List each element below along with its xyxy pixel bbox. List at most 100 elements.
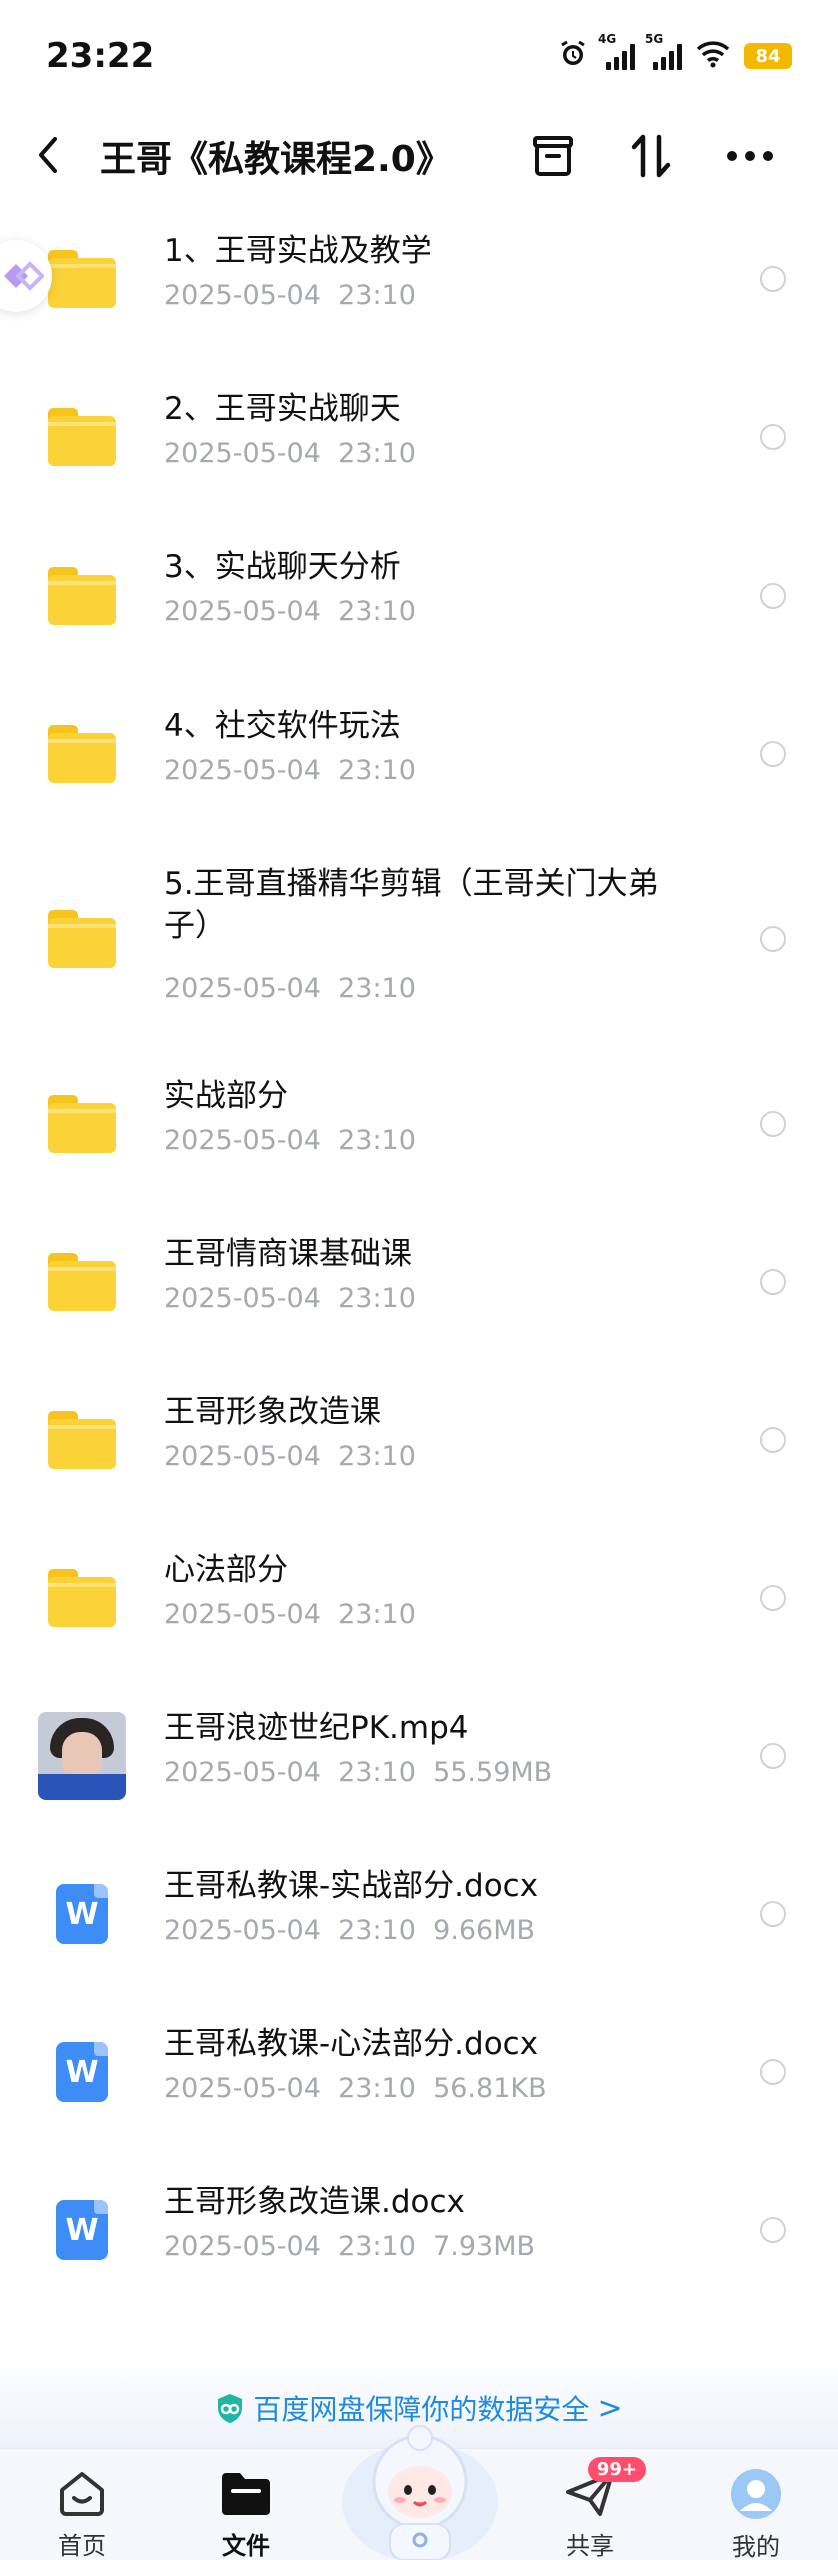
file-date: 2025-05-04 bbox=[164, 1757, 321, 1788]
sort-icon bbox=[631, 134, 671, 178]
folder-row[interactable]: 5.王哥直播精华剪辑（王哥关门大弟子） 2025-05-04 23:10 bbox=[0, 833, 838, 1045]
nav-files[interactable]: 文件 bbox=[186, 2449, 306, 2560]
file-name: 4、社交软件玩法 bbox=[164, 708, 401, 744]
folder-row[interactable]: 3、实战聊天分析 2025-05-04 23:10 bbox=[0, 516, 838, 675]
folder-icon bbox=[38, 1554, 126, 1642]
page-title: 王哥《私教课程2.0》 bbox=[100, 139, 452, 180]
file-date: 2025-05-04 bbox=[164, 1599, 321, 1630]
file-meta: 2025-05-04 23:10 7.93MB bbox=[164, 2231, 535, 2262]
doc-icon-letter: W bbox=[65, 2054, 99, 2090]
app-screen: 23:22 4G 5G 84 王哥《私教课程2.0》 1、王哥实战及教学 202… bbox=[0, 0, 838, 2560]
home-icon bbox=[54, 2467, 110, 2520]
file-name: 王哥形象改造课.docx bbox=[164, 2184, 465, 2220]
select-checkbox[interactable] bbox=[760, 582, 786, 609]
file-time: 23:10 bbox=[338, 973, 416, 1004]
battery-icon: 84 bbox=[744, 43, 792, 69]
folder-icon bbox=[38, 552, 126, 640]
select-checkbox[interactable] bbox=[760, 1585, 786, 1611]
file-time: 23:10 bbox=[338, 1441, 416, 1472]
folder-row[interactable]: 2、王哥实战聊天 2025-05-04 23:10 bbox=[0, 358, 838, 516]
file-name: 心法部分 bbox=[164, 1552, 288, 1588]
file-row[interactable]: W 王哥私教课-心法部分.docx 2025-05-04 23:10 56.81KB bbox=[0, 1993, 838, 2151]
select-checkbox[interactable] bbox=[760, 1743, 786, 1769]
file-row[interactable]: W 王哥私教课-实战部分.docx 2025-05-04 23:10 9.66MB bbox=[0, 1835, 838, 1993]
file-time: 23:10 bbox=[338, 280, 416, 311]
word-doc-icon: W bbox=[38, 2186, 126, 2274]
nav-share-label: 共享 bbox=[566, 2532, 614, 2560]
file-meta: 2025-05-04 23:10 bbox=[164, 1599, 416, 1630]
file-name: 5.王哥直播精华剪辑（王哥关门大弟子） bbox=[164, 866, 659, 944]
folder-row[interactable]: 1、王哥实战及教学 2025-05-04 23:10 bbox=[0, 200, 838, 358]
file-date: 2025-05-04 bbox=[164, 1915, 321, 1946]
folder-icon bbox=[38, 1080, 126, 1168]
select-checkbox[interactable] bbox=[760, 424, 786, 450]
nav-home-label: 首页 bbox=[58, 2532, 106, 2560]
select-checkbox[interactable] bbox=[760, 1901, 786, 1927]
file-meta: 2025-05-04 23:10 bbox=[164, 755, 416, 786]
file-row[interactable]: W 王哥形象改造课.docx 2025-05-04 23:10 7.93MB bbox=[0, 2151, 838, 2309]
file-name: 王哥浪迹世纪PK.mp4 bbox=[164, 1710, 469, 1746]
file-date: 2025-05-04 bbox=[164, 2073, 321, 2104]
more-icon bbox=[727, 151, 773, 161]
file-date: 2025-05-04 bbox=[164, 973, 321, 1004]
select-checkbox[interactable] bbox=[760, 266, 786, 292]
mascot-button[interactable] bbox=[340, 2420, 500, 2560]
signal-icon: 5G bbox=[645, 32, 682, 70]
select-checkbox[interactable] bbox=[760, 741, 786, 767]
select-checkbox[interactable] bbox=[760, 2217, 786, 2243]
nav-home[interactable]: 首页 bbox=[22, 2449, 142, 2560]
archive-button[interactable] bbox=[525, 128, 581, 184]
top-bar: 王哥《私教课程2.0》 bbox=[0, 110, 838, 200]
back-button[interactable] bbox=[36, 132, 76, 178]
file-row[interactable]: 王哥浪迹世纪PK.mp4 2025-05-04 23:10 55.59MB bbox=[0, 1677, 838, 1835]
share-icon: 99+ bbox=[562, 2457, 646, 2520]
word-doc-icon: W bbox=[38, 1870, 126, 1958]
file-time: 23:10 bbox=[338, 2231, 416, 2262]
network-type-1: 4G bbox=[598, 32, 617, 46]
file-meta: 2025-05-04 23:10 55.59MB bbox=[164, 1757, 552, 1788]
file-size: 7.93MB bbox=[433, 2231, 536, 2262]
folder-icon bbox=[218, 2467, 274, 2520]
file-time: 23:10 bbox=[338, 1599, 416, 1630]
mascot-icon bbox=[342, 2425, 498, 2560]
more-button[interactable] bbox=[722, 128, 778, 184]
file-date: 2025-05-04 bbox=[164, 438, 321, 469]
file-date: 2025-05-04 bbox=[164, 1125, 321, 1156]
folder-icon bbox=[38, 1238, 126, 1326]
file-date: 2025-05-04 bbox=[164, 596, 321, 627]
file-name: 王哥私教课-心法部分.docx bbox=[164, 2026, 539, 2062]
word-doc-icon: W bbox=[38, 2028, 126, 2116]
doc-icon-letter: W bbox=[65, 2212, 99, 2248]
file-date: 2025-05-04 bbox=[164, 755, 321, 786]
file-name: 2、王哥实战聊天 bbox=[164, 391, 401, 427]
folder-row[interactable]: 心法部分 2025-05-04 23:10 bbox=[0, 1519, 838, 1677]
diamond-icon bbox=[4, 261, 44, 291]
file-date: 2025-05-04 bbox=[164, 2231, 321, 2262]
file-time: 23:10 bbox=[338, 2073, 416, 2104]
select-checkbox[interactable] bbox=[760, 1427, 786, 1453]
status-bar: 23:22 4G 5G 84 bbox=[0, 0, 838, 110]
file-date: 2025-05-04 bbox=[164, 1283, 321, 1314]
file-meta: 2025-05-04 23:10 bbox=[164, 973, 416, 1004]
folder-row[interactable]: 实战部分 2025-05-04 23:10 bbox=[0, 1045, 838, 1203]
file-meta: 2025-05-04 23:10 bbox=[164, 438, 416, 469]
select-checkbox[interactable] bbox=[760, 1111, 786, 1137]
file-name: 3、实战聊天分析 bbox=[164, 549, 401, 585]
file-time: 23:10 bbox=[338, 1915, 416, 1946]
sort-button[interactable] bbox=[624, 128, 680, 184]
file-meta: 2025-05-04 23:10 9.66MB bbox=[164, 1915, 535, 1946]
folder-row[interactable]: 王哥形象改造课 2025-05-04 23:10 bbox=[0, 1361, 838, 1519]
chevron-right-icon: > bbox=[597, 2390, 623, 2426]
select-checkbox[interactable] bbox=[760, 926, 786, 952]
nav-share[interactable]: 99+ 共享 bbox=[530, 2449, 650, 2560]
file-time: 23:10 bbox=[338, 1757, 416, 1788]
select-checkbox[interactable] bbox=[760, 1269, 786, 1295]
file-meta: 2025-05-04 23:10 bbox=[164, 280, 416, 311]
nav-mine[interactable]: 我的 bbox=[696, 2449, 816, 2560]
alarm-icon bbox=[558, 39, 588, 73]
select-checkbox[interactable] bbox=[760, 2059, 786, 2085]
file-size: 55.59MB bbox=[433, 1757, 553, 1788]
folder-row[interactable]: 王哥情商课基础课 2025-05-04 23:10 bbox=[0, 1203, 838, 1361]
folder-row[interactable]: 4、社交软件玩法 2025-05-04 23:10 bbox=[0, 675, 838, 833]
file-time: 23:10 bbox=[338, 438, 416, 469]
